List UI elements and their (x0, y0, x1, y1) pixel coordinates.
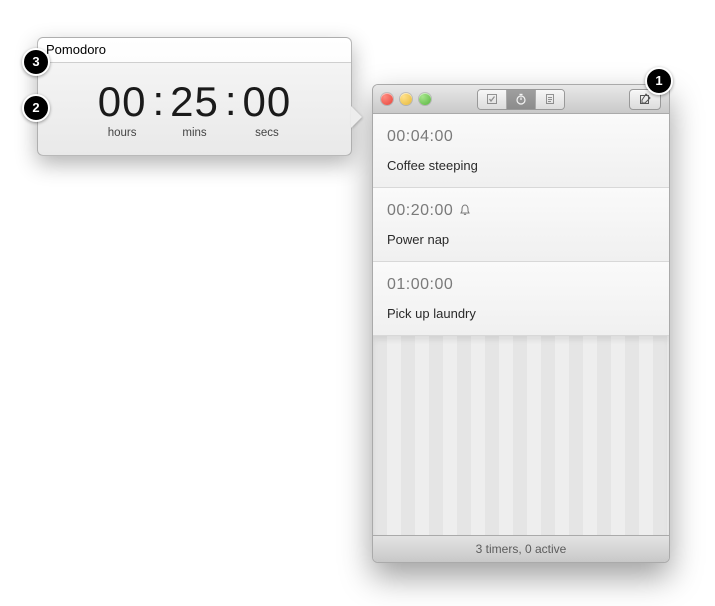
secs-segment[interactable]: 00 secs (243, 81, 292, 139)
mins-label: mins (182, 127, 206, 139)
mins-segment[interactable]: 25 mins (170, 81, 219, 139)
document-icon (544, 93, 556, 105)
timers-window: 00:04:00 Coffee steeping 00:20:00 Power … (372, 84, 670, 563)
status-text: 3 timers, 0 active (476, 542, 567, 556)
hours-value: 00 (98, 81, 147, 123)
timer-time: 01:00:00 (387, 276, 655, 294)
empty-list-area (373, 336, 669, 535)
zoom-button[interactable] (419, 93, 431, 105)
tab-notes[interactable] (536, 90, 564, 109)
timer-time-text: 01:00:00 (387, 276, 453, 294)
status-bar: 3 timers, 0 active (373, 535, 669, 562)
close-button[interactable] (381, 93, 393, 105)
timer-time: 00:04:00 (387, 128, 655, 146)
compose-icon (639, 93, 651, 105)
annotation-badge-3: 3 (22, 48, 50, 76)
stopwatch-icon (515, 93, 527, 105)
time-colon: : (146, 80, 170, 122)
timer-time-text: 00:04:00 (387, 128, 453, 146)
hours-segment[interactable]: 00 hours (98, 81, 147, 139)
secs-label: secs (255, 127, 279, 139)
alarm-icon (459, 204, 471, 219)
tab-reminders[interactable] (478, 90, 507, 109)
view-segmented-control (477, 89, 565, 110)
time-picker[interactable]: 00 hours : 25 mins : 00 secs (98, 81, 292, 139)
checklist-icon (486, 93, 498, 105)
tab-timers[interactable] (507, 90, 536, 109)
hours-label: hours (108, 127, 137, 139)
timer-label: Coffee steeping (387, 158, 655, 173)
timer-time: 00:20:00 (387, 202, 655, 220)
timer-name-field[interactable]: Pomodoro (46, 42, 343, 60)
timer-label: Power nap (387, 232, 655, 247)
window-titlebar[interactable] (373, 85, 669, 114)
timer-time-text: 00:20:00 (387, 202, 453, 220)
secs-value: 00 (243, 81, 292, 123)
minimize-button[interactable] (400, 93, 412, 105)
mins-value: 25 (170, 81, 219, 123)
timer-row[interactable]: 01:00:00 Pick up laundry (373, 262, 669, 336)
annotation-badge-1: 1 (645, 67, 673, 95)
annotation-badge-2: 2 (22, 94, 50, 122)
timer-row[interactable]: 00:20:00 Power nap (373, 188, 669, 262)
timer-editor-popover: Pomodoro 00 hours : 25 mins : 00 secs (37, 37, 352, 156)
timer-list: 00:04:00 Coffee steeping 00:20:00 Power … (373, 114, 669, 336)
timer-row[interactable]: 00:04:00 Coffee steeping (373, 114, 669, 188)
timer-label: Pick up laundry (387, 306, 655, 321)
time-colon: : (219, 80, 243, 122)
